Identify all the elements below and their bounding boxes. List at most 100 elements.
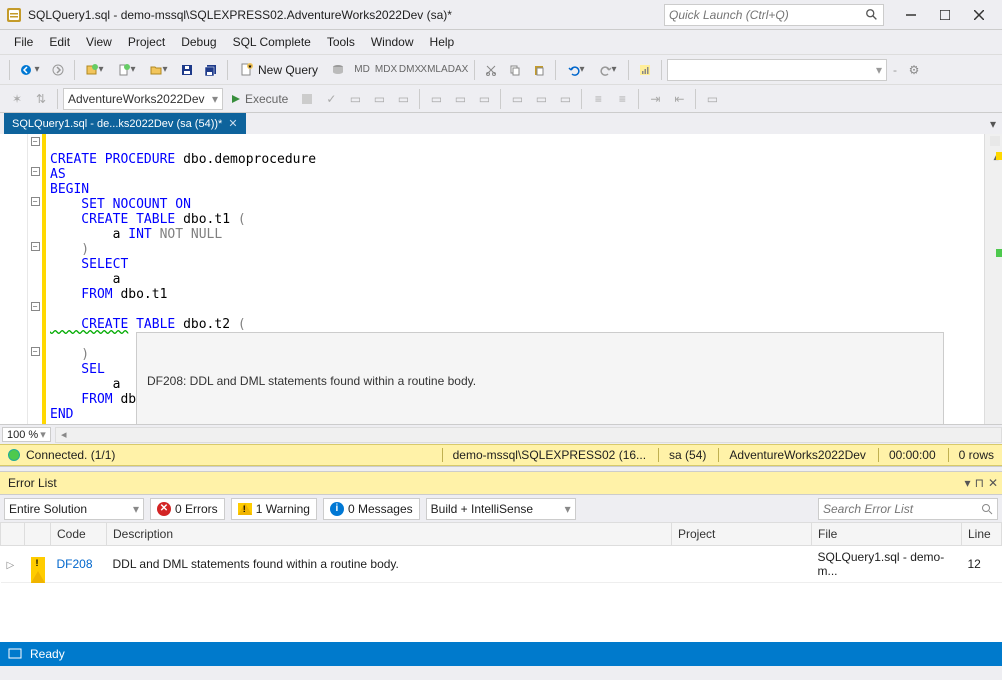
fold-box-icon[interactable]: − <box>31 137 40 146</box>
new-query-button[interactable]: ★ New Query <box>233 60 325 80</box>
expand-icon[interactable]: ▷ <box>7 560 15 571</box>
copy-button[interactable] <box>504 59 526 81</box>
uncomment-icon[interactable]: ≡ <box>611 88 633 110</box>
error-row[interactable]: ▷ DF208 DDL and DML statements found wit… <box>1 546 1002 583</box>
main-toolbar: ▾ ▾ ▾ ▾ ★ New Query MD MDX DMX XMLA DAX … <box>0 54 1002 84</box>
fold-box-icon[interactable]: − <box>31 167 40 176</box>
menu-edit[interactable]: Edit <box>41 32 78 52</box>
error-code-link[interactable]: DF208 <box>57 557 93 571</box>
include-plan-icon[interactable]: ▭ <box>425 88 447 110</box>
activity-monitor-icon[interactable] <box>634 59 656 81</box>
code-editor[interactable]: − − − − − − CREATE PROCEDURE dbo.demopro… <box>0 134 1002 424</box>
col-project[interactable]: Project <box>672 523 812 546</box>
connection-rows: 0 rows <box>948 448 994 462</box>
fold-box-icon[interactable]: − <box>31 242 40 251</box>
outdent-icon[interactable]: ⇤ <box>668 88 690 110</box>
redo-button[interactable]: ▾ <box>593 59 623 81</box>
db-engine-query-icon[interactable] <box>327 59 349 81</box>
nav-forward-button[interactable] <box>47 59 69 81</box>
dax-query-button[interactable]: DAX <box>447 59 469 81</box>
error-scope-dropdown[interactable]: Entire Solution▾ <box>4 498 144 520</box>
zoom-dropdown[interactable]: 100 %▾ <box>2 427 51 442</box>
warnings-filter-button[interactable]: 1 Warning <box>231 498 317 520</box>
svg-text:★: ★ <box>248 64 253 70</box>
database-dropdown-label: AdventureWorks2022Dev <box>68 92 205 106</box>
include-live-icon[interactable]: ▭ <box>473 88 495 110</box>
xmla-query-button[interactable]: XMLA <box>423 59 445 81</box>
quick-launch-box[interactable] <box>664 4 884 26</box>
close-button[interactable] <box>962 2 996 28</box>
toolbar-overflow-icon[interactable]: ⚙ <box>903 59 925 81</box>
display-plan-icon[interactable]: ▭ <box>344 88 366 110</box>
execute-button[interactable]: Execute <box>225 90 294 108</box>
quick-launch-input[interactable] <box>669 8 865 22</box>
results-grid-icon[interactable]: ▭ <box>506 88 528 110</box>
tab-dropdown-icon[interactable]: ▾ <box>990 117 996 131</box>
fold-box-icon[interactable]: − <box>31 197 40 206</box>
menu-view[interactable]: View <box>78 32 120 52</box>
minimize-button[interactable] <box>894 2 928 28</box>
panel-close-icon[interactable]: ✕ <box>988 476 998 490</box>
database-dropdown[interactable]: AdventureWorks2022Dev ▾ <box>63 88 223 110</box>
menu-debug[interactable]: Debug <box>173 32 224 52</box>
solution-config-dropdown[interactable]: ▾ <box>667 59 887 81</box>
panel-menu-icon[interactable]: ▾ <box>965 476 971 490</box>
error-list-search[interactable] <box>818 498 998 520</box>
menu-project[interactable]: Project <box>120 32 173 52</box>
paste-button[interactable] <box>528 59 550 81</box>
cut-button[interactable] <box>480 59 502 81</box>
build-intellisense-dropdown[interactable]: Build + IntelliSense▾ <box>426 498 576 520</box>
split-icon[interactable] <box>990 136 1000 146</box>
play-icon <box>231 94 241 104</box>
maximize-button[interactable] <box>928 2 962 28</box>
fold-box-icon[interactable]: − <box>31 347 40 356</box>
col-line[interactable]: Line <box>962 523 1002 546</box>
errors-filter-button[interactable]: ✕ 0 Errors <box>150 498 225 520</box>
undo-button[interactable]: ▾ <box>561 59 591 81</box>
mdx-query-button[interactable]: MD <box>351 59 373 81</box>
nav-back-button[interactable]: ▾ <box>15 59 45 81</box>
error-list-toolbar: Entire Solution▾ ✕ 0 Errors 1 Warning i … <box>0 494 1002 522</box>
change-connection-icon[interactable]: ⇅ <box>30 88 52 110</box>
menu-tools[interactable]: Tools <box>319 32 363 52</box>
sqlcmd-icon[interactable]: ▭ <box>701 88 723 110</box>
intellisense-icon[interactable]: ▭ <box>392 88 414 110</box>
horizontal-scrollbar[interactable]: ◂ <box>55 427 1002 443</box>
col-file[interactable]: File <box>812 523 962 546</box>
search-icon <box>981 503 993 515</box>
editor-pane: − − − − − − CREATE PROCEDURE dbo.demopro… <box>0 134 1002 424</box>
col-description[interactable]: Description <box>107 523 672 546</box>
indent-icon[interactable]: ⇥ <box>644 88 666 110</box>
panel-pin-icon[interactable]: ⊓ <box>975 476 984 490</box>
new-project-button[interactable]: ▾ <box>80 59 110 81</box>
stop-icon[interactable] <box>296 88 318 110</box>
col-code[interactable]: Code <box>51 523 107 546</box>
include-stats-icon[interactable]: ▭ <box>449 88 471 110</box>
parse-icon[interactable]: ✓ <box>320 88 342 110</box>
results-file-icon[interactable]: ▭ <box>554 88 576 110</box>
execute-label: Execute <box>245 92 288 106</box>
menu-file[interactable]: File <box>6 32 41 52</box>
comment-icon[interactable]: ≡ <box>587 88 609 110</box>
save-button[interactable] <box>176 59 198 81</box>
open-button[interactable]: ▾ <box>144 59 174 81</box>
new-item-button[interactable]: ▾ <box>112 59 142 81</box>
save-all-button[interactable] <box>200 59 222 81</box>
error-list-search-input[interactable] <box>823 502 981 516</box>
menu-help[interactable]: Help <box>422 32 463 52</box>
document-tab-active[interactable]: SQLQuery1.sql - de...ks2022Dev (sa (54))… <box>4 113 246 134</box>
query-options-icon[interactable]: ▭ <box>368 88 390 110</box>
toggle-button[interactable]: ✶ <box>6 88 28 110</box>
menu-sqlcomplete[interactable]: SQL Complete <box>225 32 319 52</box>
menu-window[interactable]: Window <box>363 32 422 52</box>
new-query-icon: ★ <box>240 63 254 77</box>
warning-icon <box>238 503 252 515</box>
fold-box-icon[interactable]: − <box>31 302 40 311</box>
document-tab-close-icon[interactable]: ✕ <box>228 117 237 130</box>
overview-ruler[interactable]: ▴ <box>984 134 1002 424</box>
results-text-icon[interactable]: ▭ <box>530 88 552 110</box>
dmx-query-button[interactable]: DMX <box>399 59 421 81</box>
code-area[interactable]: CREATE PROCEDURE dbo.demoprocedure AS BE… <box>46 134 984 424</box>
messages-filter-button[interactable]: i 0 Messages <box>323 498 420 520</box>
mdx-query-button-2[interactable]: MDX <box>375 59 397 81</box>
